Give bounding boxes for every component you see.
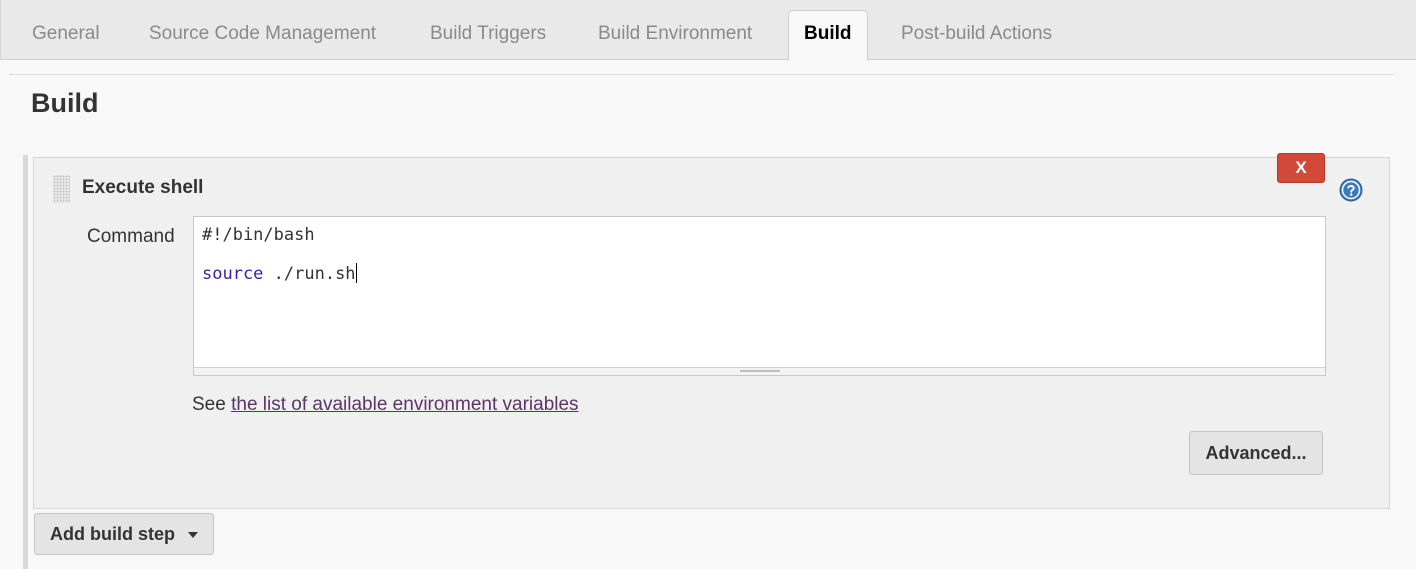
command-keyword: source — [202, 264, 264, 284]
caret-down-icon[interactable] — [188, 532, 198, 538]
tab-general[interactable]: General — [32, 23, 100, 45]
command-argument: ./run.sh — [263, 264, 356, 284]
command-label: Command — [87, 226, 175, 247]
command-textarea[interactable]: #!/bin/bash source ./run.sh — [193, 216, 1326, 376]
command-line-2: source ./run.sh — [202, 263, 357, 284]
advanced-button[interactable]: Advanced... — [1189, 431, 1323, 475]
section-rail — [23, 155, 28, 569]
env-vars-prefix: See — [192, 394, 232, 415]
tab-source-code-management[interactable]: Source Code Management — [149, 23, 376, 45]
tab-build-environment[interactable]: Build Environment — [598, 23, 752, 45]
section-title: Build — [31, 88, 99, 118]
help-icon[interactable] — [1339, 178, 1363, 202]
textarea-resize-handle[interactable] — [194, 367, 1325, 375]
build-step-title: Execute shell — [82, 177, 204, 198]
command-line-1: #!/bin/bash — [202, 225, 315, 245]
tab-build[interactable]: Build — [788, 10, 868, 61]
add-build-step-button[interactable]: Add build step — [34, 513, 214, 555]
env-vars-link[interactable]: the list of available environment variab… — [231, 394, 578, 415]
text-cursor — [355, 263, 357, 283]
drag-handle-icon[interactable] — [53, 175, 70, 203]
divider — [9, 74, 1393, 75]
delete-step-button[interactable]: X — [1277, 153, 1325, 183]
question-circle-icon — [1339, 178, 1363, 202]
tab-post-build-actions[interactable]: Post-build Actions — [901, 23, 1052, 45]
tab-bar: General Source Code Management Build Tri… — [0, 0, 1416, 61]
tab-bar-edge — [0, 0, 1, 60]
resize-grip-icon — [740, 370, 780, 372]
env-vars-hint: See the list of available environment va… — [192, 394, 579, 416]
tab-build-triggers[interactable]: Build Triggers — [430, 23, 546, 45]
